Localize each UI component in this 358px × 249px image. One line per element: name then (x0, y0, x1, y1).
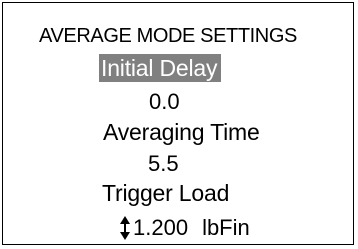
trigger-load-value-row: 1.200 lbFin (119, 215, 250, 241)
setting-averaging-time[interactable]: Averaging Time (103, 118, 260, 146)
initial-delay-value: 0.0 (149, 89, 180, 114)
display-screen: AVERAGE MODE SETTINGS Initial Delay 0.0 … (2, 2, 354, 245)
trigger-load-value: 1.200 (133, 215, 189, 240)
screen-title: AVERAGE MODE SETTINGS (39, 25, 297, 47)
up-down-arrow-icon[interactable] (119, 215, 131, 241)
trigger-load-unit: lbFin (202, 215, 250, 240)
setting-initial-delay[interactable]: Initial Delay (99, 54, 222, 82)
setting-trigger-load[interactable]: Trigger Load (102, 179, 229, 207)
averaging-time-value: 5.5 (148, 151, 179, 176)
